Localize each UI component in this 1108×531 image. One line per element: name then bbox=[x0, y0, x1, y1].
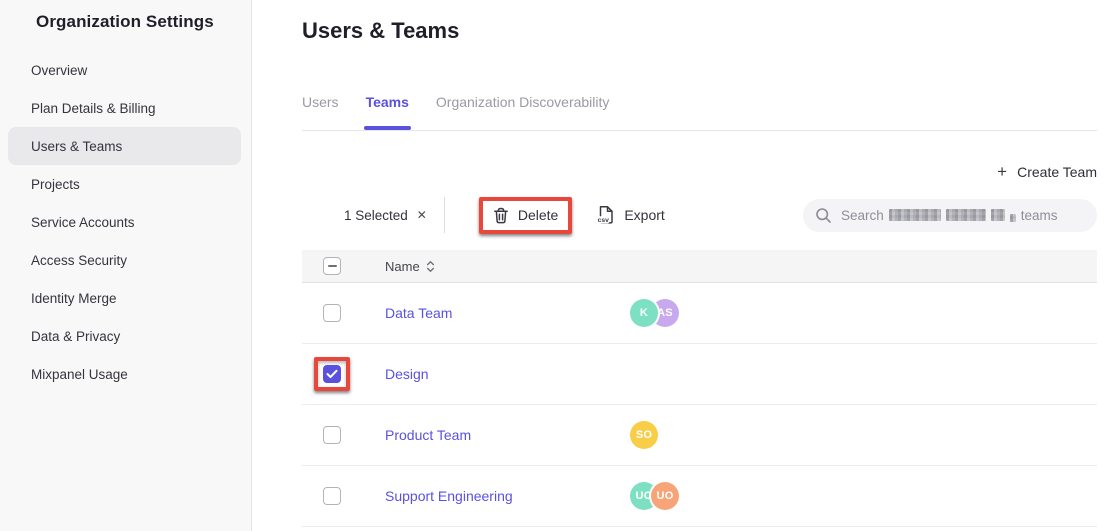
toolbar-divider bbox=[444, 197, 445, 233]
sidebar-item-plan-details-billing[interactable]: Plan Details & Billing bbox=[8, 89, 241, 127]
name-column-header[interactable]: Name bbox=[385, 259, 435, 274]
selected-count-label: 1 Selected bbox=[344, 208, 408, 223]
create-team-label: Create Team bbox=[1017, 164, 1097, 180]
team-members-avatars: UO UO bbox=[630, 482, 679, 510]
delete-label: Delete bbox=[518, 207, 558, 223]
search-placeholder: Search teams bbox=[841, 208, 1058, 223]
page-title: Users & Teams bbox=[302, 18, 1097, 44]
team-link[interactable]: Data Team bbox=[385, 305, 452, 321]
csv-file-icon: csv bbox=[596, 205, 615, 225]
table-row: Product Team SO bbox=[302, 405, 1097, 466]
avatar: K bbox=[630, 299, 658, 327]
sidebar-item-identity-merge[interactable]: Identity Merge bbox=[8, 279, 241, 317]
tab-organization-discoverability[interactable]: Organization Discoverability bbox=[436, 94, 610, 130]
table-row: Design bbox=[302, 344, 1097, 405]
row-checkbox[interactable] bbox=[323, 487, 341, 505]
redacted-text-block bbox=[1010, 214, 1016, 222]
avatar: UO bbox=[651, 482, 679, 510]
search-icon bbox=[815, 207, 832, 224]
indeterminate-dash-icon bbox=[328, 265, 337, 267]
sidebar-item-data-privacy[interactable]: Data & Privacy bbox=[8, 317, 241, 355]
table-header-row: Name bbox=[302, 250, 1097, 283]
checkmark-icon bbox=[326, 369, 338, 379]
team-members-avatars: K AS bbox=[630, 299, 679, 327]
redacted-text-block bbox=[889, 209, 941, 221]
sidebar-nav: Overview Plan Details & Billing Users & … bbox=[0, 51, 251, 393]
sidebar-item-access-security[interactable]: Access Security bbox=[8, 241, 241, 279]
trash-icon bbox=[493, 207, 509, 224]
sidebar-item-overview[interactable]: Overview bbox=[8, 51, 241, 89]
settings-sidebar: Organization Settings Overview Plan Deta… bbox=[0, 0, 252, 531]
bulk-actions-toolbar: 1 Selected ✕ Delete bbox=[302, 195, 1097, 235]
select-all-checkbox[interactable] bbox=[323, 257, 341, 275]
organization-settings-page: Organization Settings Overview Plan Deta… bbox=[0, 0, 1108, 531]
teams-table: Name Data Team bbox=[302, 250, 1097, 527]
export-label: Export bbox=[624, 207, 664, 223]
avatar: SO bbox=[630, 421, 658, 449]
row-checkbox[interactable] bbox=[323, 304, 341, 322]
create-team-button[interactable]: + Create Team bbox=[997, 163, 1097, 180]
sidebar-title: Organization Settings bbox=[36, 12, 251, 32]
redacted-text-block bbox=[991, 209, 1005, 221]
export-button[interactable]: csv Export bbox=[596, 205, 664, 225]
tab-teams[interactable]: Teams bbox=[366, 94, 409, 130]
svg-text:csv: csv bbox=[598, 217, 610, 224]
tab-bar: Users Teams Organization Discoverability bbox=[302, 94, 1097, 131]
clear-selection-icon[interactable]: ✕ bbox=[417, 208, 427, 222]
sidebar-item-mixpanel-usage[interactable]: Mixpanel Usage bbox=[8, 355, 241, 393]
team-link[interactable]: Product Team bbox=[385, 427, 471, 443]
team-link[interactable]: Design bbox=[385, 366, 429, 382]
plus-icon: + bbox=[997, 163, 1007, 180]
delete-button[interactable]: Delete bbox=[483, 201, 568, 230]
sidebar-item-projects[interactable]: Projects bbox=[8, 165, 241, 203]
sidebar-item-service-accounts[interactable]: Service Accounts bbox=[8, 203, 241, 241]
create-team-row: + Create Team bbox=[302, 163, 1097, 180]
team-members-avatars: SO bbox=[630, 421, 658, 449]
selection-summary: 1 Selected ✕ bbox=[344, 208, 427, 223]
redacted-text-block bbox=[946, 209, 986, 221]
annotation-box-checkbox bbox=[314, 357, 350, 391]
row-checkbox[interactable] bbox=[323, 426, 341, 444]
tab-users[interactable]: Users bbox=[302, 94, 339, 130]
sort-icon bbox=[426, 260, 435, 273]
table-row: Data Team K AS bbox=[302, 283, 1097, 344]
main-content: Users & Teams Users Teams Organization D… bbox=[252, 0, 1108, 531]
search-teams-input[interactable]: Search teams bbox=[803, 199, 1097, 232]
annotation-box-delete: Delete bbox=[479, 197, 572, 234]
table-row: Support Engineering UO UO bbox=[302, 466, 1097, 527]
sidebar-item-users-teams[interactable]: Users & Teams bbox=[8, 127, 241, 165]
row-checkbox[interactable] bbox=[323, 365, 341, 383]
team-link[interactable]: Support Engineering bbox=[385, 488, 513, 504]
